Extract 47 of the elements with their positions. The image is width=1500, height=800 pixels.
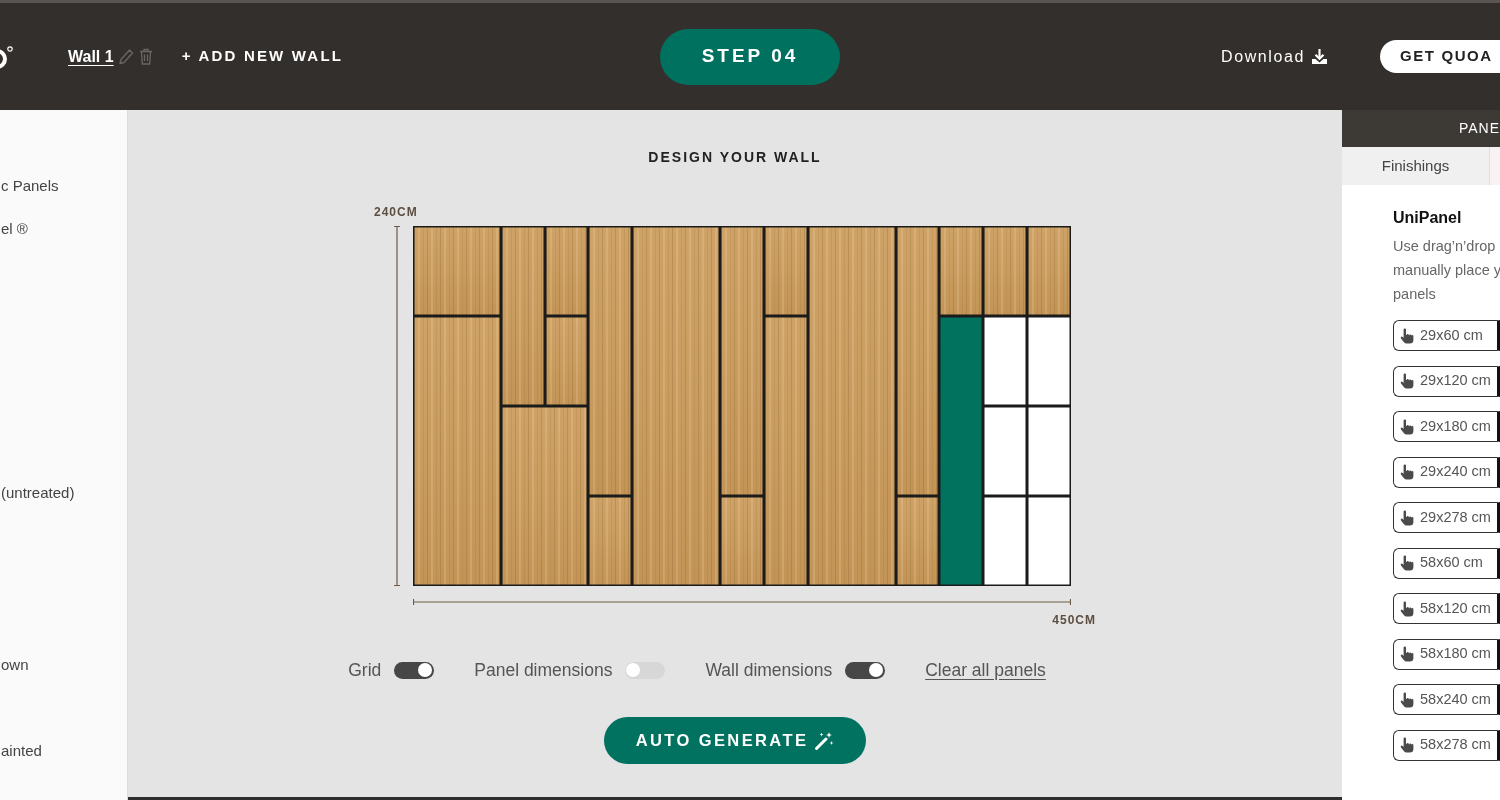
panel-type-title: UniPanel [1393,208,1463,228]
panel-size-button[interactable]: 58x180 cm [1393,638,1500,670]
wall-tab-link[interactable]: Wall 1 [68,44,114,69]
panel-size-button[interactable]: 58x120 cm [1393,593,1500,624]
hand-pointer-icon [1400,691,1414,708]
toggle-label: Grid [348,659,382,682]
toggle-switch[interactable] [845,661,886,679]
panel-size-button[interactable]: 29x180 cm [1393,411,1500,442]
sidebar-item[interactable]: (untreated) [0,483,127,503]
hand-pointer-icon [1400,373,1414,389]
hand-pointer-icon [1400,737,1414,753]
hand-pointer-icon [1400,509,1414,526]
hand-pointer-icon [1400,555,1414,571]
sidebar-item[interactable]: el ® [0,219,127,239]
panel-size-button[interactable]: 58x240 cm [1393,684,1500,715]
tab[interactable]: Finishings [1342,147,1490,185]
wall-height-label: 240CM [374,204,419,220]
panel-header: PANE [1342,110,1500,147]
add-wall-button[interactable]: + ADD NEW WALL [181,45,344,68]
hand-pointer-icon [1400,327,1414,344]
panel-size-button[interactable]: 58x60 cm [1393,547,1500,579]
wall-width-label: 450CM [1052,612,1096,628]
logo-icon[interactable] [0,43,14,70]
panel-size-button[interactable]: 29x278 cm [1393,502,1500,533]
step-indicator: STEP 04 [660,28,840,85]
hand-pointer-icon [1400,418,1414,435]
sidebar-item[interactable]: c Panels [0,176,127,196]
magic-wand-icon [814,730,835,751]
panel-size-button[interactable]: 29x240 cm [1393,456,1500,488]
sidebar-item[interactable]: ainted [0,741,127,761]
toggle-label: Panel dimensions [474,659,613,682]
hand-pointer-icon [1400,464,1414,480]
clear-panels-link[interactable]: Clear all panels [925,657,1046,684]
sidebar-item[interactable]: own [0,655,127,675]
panel-size-button[interactable]: 58x278 cm [1393,729,1500,761]
toggle-switch[interactable] [625,661,666,679]
toggle-label: Wall dimensions [705,659,833,682]
section-title: DESIGN YOUR WALL [648,148,822,167]
download-button[interactable]: Download [1221,44,1328,69]
panel-size-button[interactable]: 29x60 cm [1393,320,1500,351]
panel-size-button[interactable]: 29x120 cm [1393,365,1500,397]
hand-pointer-icon [1400,646,1414,662]
toggle-switch[interactable] [394,661,435,679]
auto-generate-button[interactable]: AUTO GENERATE [604,717,866,765]
download-icon [1311,48,1328,65]
get-quote-button[interactable]: GET QUOA [1380,40,1500,73]
hand-pointer-icon [1400,600,1414,617]
